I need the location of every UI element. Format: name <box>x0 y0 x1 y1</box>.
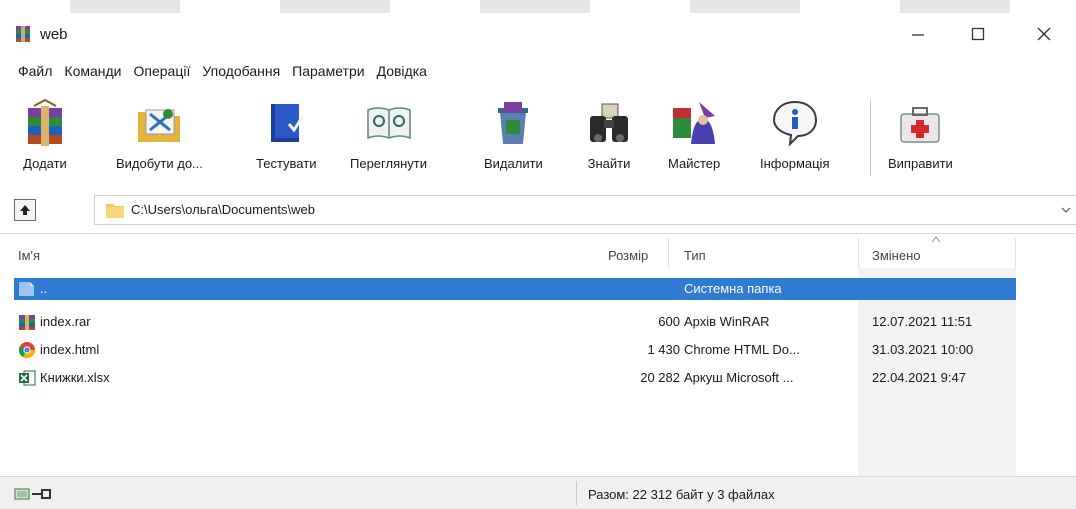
info-button[interactable]: Інформація <box>760 98 830 171</box>
delete-label: Видалити <box>484 156 543 171</box>
column-header-modified[interactable]: Змінено <box>872 248 921 263</box>
minimize-icon <box>912 34 924 36</box>
file-modified: 12.07.2021 11:51 <box>872 314 973 329</box>
maximize-icon <box>971 27 985 41</box>
excel-icon <box>19 370 36 386</box>
file-name: .. <box>40 281 48 296</box>
address-bar: C:\Users\ольга\Documents\web <box>0 195 1076 227</box>
window-title: web <box>40 26 68 43</box>
extract-button[interactable]: Видобути до... <box>116 98 203 171</box>
wizard-label: Майстер <box>668 156 721 171</box>
column-header-size[interactable]: Розмір <box>608 248 648 263</box>
close-button[interactable] <box>1022 20 1066 48</box>
file-row[interactable]: index.html 1 430 Chrome HTML Do... 31.03… <box>14 339 1016 361</box>
column-divider <box>858 238 859 268</box>
up-folder-button[interactable] <box>14 199 36 221</box>
file-row-parent[interactable]: .. Системна папка <box>14 278 1016 300</box>
view-button[interactable]: Переглянути <box>350 98 427 171</box>
status-divider <box>576 481 577 505</box>
maximize-button[interactable] <box>956 20 1000 48</box>
file-row[interactable]: index.rar 600 Архів WinRAR 12.07.2021 11… <box>14 311 1016 333</box>
file-name: Книжки.xlsx <box>40 370 110 385</box>
file-modified: 22.04.2021 9:47 <box>872 370 966 385</box>
folder-icon <box>106 204 124 218</box>
status-summary: Разом: 22 312 байт у 3 файлах <box>588 487 775 502</box>
folder-icon <box>19 282 34 296</box>
up-arrow-icon <box>20 205 30 215</box>
minimize-button[interactable] <box>896 20 940 48</box>
test-book-icon <box>271 104 305 142</box>
find-button[interactable]: Знайти <box>584 98 634 171</box>
info-icon <box>772 100 817 147</box>
file-type: Chrome HTML Do... <box>684 342 800 357</box>
view-label: Переглянути <box>350 156 428 171</box>
test-label: Тестувати <box>256 156 317 171</box>
column-header-type[interactable]: Тип <box>684 248 706 263</box>
extract-label: Видобути до... <box>116 156 203 171</box>
repair-label: Виправити <box>888 156 953 171</box>
wizard-button[interactable]: Майстер <box>668 98 720 171</box>
repair-firstaid-icon <box>900 107 941 143</box>
wizard-icon <box>673 102 716 144</box>
file-modified: 31.03.2021 10:00 <box>872 342 974 357</box>
delete-bin-icon <box>498 102 529 144</box>
sort-ascending-icon <box>931 236 941 243</box>
chrome-icon <box>18 342 36 359</box>
file-list: Ім'я Розмір Тип Змінено .. Системна папк… <box>0 233 1076 476</box>
toolbar: Додати Видобути до... Тестувати Переглян… <box>0 94 1076 188</box>
file-size: 600 <box>658 314 680 329</box>
address-path: C:\Users\ольга\Documents\web <box>131 202 315 217</box>
file-size: 1 430 <box>647 342 680 357</box>
column-header-name[interactable]: Ім'я <box>18 248 40 263</box>
winrar-app-icon <box>16 26 30 42</box>
chevron-down-icon[interactable] <box>1060 204 1072 216</box>
toolbar-separator <box>870 100 871 176</box>
extract-folder-icon <box>138 109 181 142</box>
file-size: 20 282 <box>640 370 680 385</box>
file-type: Системна папка <box>684 281 782 296</box>
file-row[interactable]: Книжки.xlsx 20 282 Аркуш Microsoft ... 2… <box>14 367 1016 389</box>
test-button[interactable]: Тестувати <box>256 98 316 171</box>
background-strip <box>0 0 1076 13</box>
menu-options[interactable]: Параметри <box>286 60 370 86</box>
title-bar: web <box>0 16 1076 52</box>
status-bar: Разом: 22 312 байт у 3 файлах <box>0 476 1076 509</box>
add-button[interactable]: Додати <box>20 98 70 171</box>
file-name: index.rar <box>40 314 91 329</box>
menu-bar: Файл Команди Операції Уподобання Парамет… <box>0 60 433 86</box>
address-field[interactable]: C:\Users\ольга\Documents\web <box>94 195 1076 225</box>
file-type: Архів WinRAR <box>684 314 770 329</box>
column-divider <box>1015 238 1016 268</box>
view-book-icon <box>366 107 411 140</box>
winrar-archive-icon <box>19 315 35 330</box>
drive-key-icon[interactable] <box>14 486 54 502</box>
menu-commands[interactable]: Команди <box>58 60 127 86</box>
delete-button[interactable]: Видалити <box>484 98 543 171</box>
close-icon <box>1037 27 1051 41</box>
menu-favorites[interactable]: Уподобання <box>196 60 286 86</box>
add-archive-icon <box>28 98 62 146</box>
file-type: Аркуш Microsoft ... <box>684 370 794 385</box>
add-label: Додати <box>23 156 67 171</box>
info-label: Інформація <box>760 156 830 171</box>
find-label: Знайти <box>587 156 631 171</box>
column-headers: Ім'я Розмір Тип Змінено <box>0 234 1016 268</box>
column-divider <box>668 238 669 268</box>
repair-button[interactable]: Виправити <box>888 98 953 171</box>
file-name: index.html <box>40 342 100 357</box>
menu-file[interactable]: Файл <box>12 60 58 86</box>
find-binoculars-icon <box>590 103 628 142</box>
menu-help[interactable]: Довідка <box>371 60 433 86</box>
menu-operations[interactable]: Операції <box>128 60 197 86</box>
